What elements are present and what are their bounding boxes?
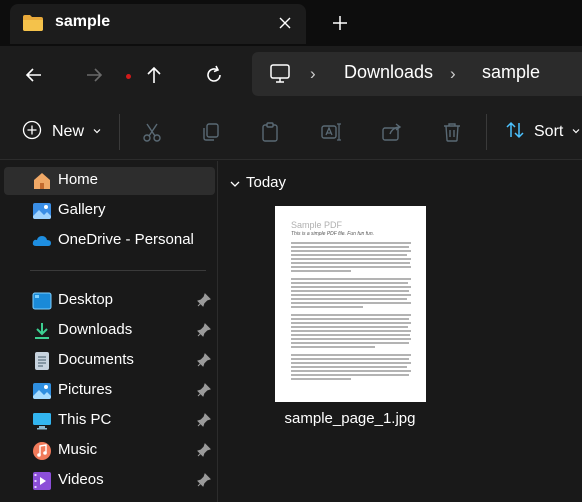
sidebar-item-label: Home (58, 171, 99, 188)
chevron-down-icon[interactable] (229, 177, 241, 195)
sidebar-item-label: Music (58, 441, 98, 458)
downloads-icon (32, 321, 52, 341)
address-bar[interactable]: › Downloads › sample (252, 52, 582, 96)
sidebar-item-downloads[interactable]: Downloads (4, 317, 215, 345)
chevron-right-icon[interactable]: › (450, 64, 456, 84)
sort-icon (504, 119, 526, 146)
sidebar-item-label: Pictures (58, 381, 113, 398)
arrow-right-icon[interactable] (79, 60, 109, 90)
desktop-icon (32, 291, 52, 311)
home-icon (32, 171, 52, 191)
paste-icon[interactable] (259, 117, 281, 147)
file-list: Today Sample PDF This is a simple PDF fi… (219, 161, 582, 502)
sort-button[interactable]: Sort (504, 117, 581, 147)
file-name: sample_page_1.jpg (284, 410, 416, 427)
pin-icon[interactable] (197, 353, 211, 372)
sidebar-item-label: Documents (58, 351, 134, 368)
pin-icon[interactable] (197, 443, 211, 462)
sidebar-item-label: This PC (58, 411, 112, 428)
pin-icon[interactable] (197, 413, 211, 432)
copy-icon[interactable] (200, 117, 222, 147)
plus-icon[interactable] (328, 11, 352, 35)
sidebar-divider (30, 270, 206, 271)
sidebar-item-desktop[interactable]: Desktop (4, 287, 215, 315)
videos-icon (32, 471, 52, 491)
sort-label: Sort (534, 123, 564, 140)
breadcrumb-sample[interactable]: sample (482, 62, 540, 83)
tab-title: sample (55, 13, 111, 30)
chevron-right-icon[interactable]: › (310, 64, 316, 84)
music-icon (32, 441, 52, 461)
gallery-icon (32, 201, 52, 221)
sidebar-item-label: Gallery (58, 201, 106, 218)
navigation-pane: Home Gallery OneDrive - Personal Desktop… (0, 161, 218, 502)
pin-icon[interactable] (197, 473, 211, 492)
plus-circle-icon (22, 120, 42, 145)
sidebar-item-this-pc[interactable]: This PC (4, 407, 215, 435)
this-pc-icon (32, 411, 52, 431)
breadcrumb-downloads[interactable]: Downloads (344, 62, 433, 83)
status-dot (126, 74, 131, 79)
pictures-icon (32, 381, 52, 401)
sidebar-item-videos[interactable]: Videos (4, 467, 215, 495)
sidebar-item-label: OneDrive - Personal (58, 231, 194, 248)
toolbar-divider (486, 114, 487, 150)
chevron-down-icon (92, 123, 102, 141)
cut-icon[interactable] (141, 117, 163, 147)
arrow-left-icon[interactable] (19, 60, 49, 90)
refresh-icon[interactable] (199, 60, 229, 90)
pin-icon[interactable] (197, 323, 211, 342)
delete-icon[interactable] (441, 117, 463, 147)
sidebar-item-gallery[interactable]: Gallery (4, 197, 215, 225)
thumbnail-title: Sample PDF (291, 220, 343, 230)
sidebar-item-documents[interactable]: Documents (4, 347, 215, 375)
thumbnail-subtitle: This is a simple PDF file. Fun fun fun. (291, 231, 374, 237)
file-thumbnail[interactable]: Sample PDF This is a simple PDF file. Fu… (275, 206, 426, 402)
sidebar-item-music[interactable]: Music (4, 437, 215, 465)
share-icon[interactable] (381, 117, 403, 147)
navigation-bar: › Downloads › sample (0, 46, 582, 104)
sidebar-item-pictures[interactable]: Pictures (4, 377, 215, 405)
rename-icon[interactable] (320, 117, 342, 147)
sidebar-item-label: Videos (58, 471, 104, 488)
onedrive-icon (32, 231, 52, 251)
toolbar-divider (119, 114, 120, 150)
sidebar-item-home[interactable]: Home (4, 167, 215, 195)
group-header-today[interactable]: Today (246, 174, 286, 191)
this-pc-icon (268, 63, 292, 90)
tab-sample[interactable]: sample (10, 4, 306, 44)
chevron-down-icon (571, 123, 581, 141)
arrow-up-icon[interactable] (139, 60, 169, 90)
pin-icon[interactable] (197, 293, 211, 312)
title-bar: sample (0, 0, 582, 46)
sidebar-item-label: Desktop (58, 291, 114, 308)
new-button[interactable]: New (22, 117, 102, 147)
sidebar-item-onedrive[interactable]: OneDrive - Personal (4, 227, 215, 255)
thumbnail-text-lines (291, 242, 411, 380)
documents-icon (32, 351, 52, 371)
close-icon[interactable] (274, 12, 296, 34)
new-label: New (52, 123, 85, 140)
pin-icon[interactable] (197, 383, 211, 402)
sidebar-item-label: Downloads (58, 321, 133, 338)
folder-icon (22, 14, 44, 37)
command-bar: New Sort (0, 104, 582, 160)
file-item[interactable]: Sample PDF This is a simple PDF file. Fu… (275, 205, 433, 437)
